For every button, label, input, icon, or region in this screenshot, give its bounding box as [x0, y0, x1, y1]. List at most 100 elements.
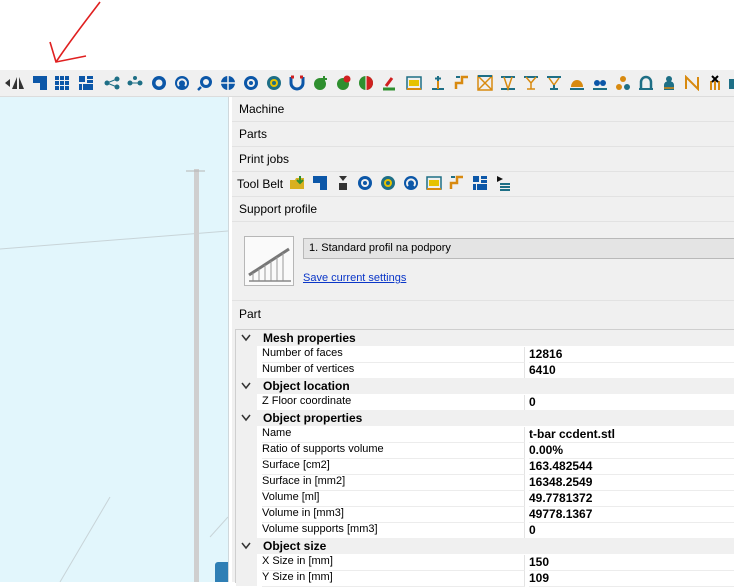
- property-key: Y Size in [mm]: [262, 571, 525, 587]
- property-row[interactable]: Volume [ml] 49.7781372: [236, 490, 734, 507]
- property-row[interactable]: Number of faces 12816: [236, 346, 734, 363]
- property-key: Number of vertices: [262, 363, 525, 379]
- property-row[interactable]: Number of vertices 6410: [236, 362, 734, 379]
- support-profile-box: [232, 222, 734, 301]
- property-row[interactable]: Y Size in [mm] 109: [236, 570, 734, 587]
- category-mesh-properties[interactable]: Mesh properties: [236, 330, 734, 346]
- rotate-left-icon[interactable]: [151, 75, 167, 91]
- support-profile-select[interactable]: 1. Standard profil na podpory: [303, 238, 734, 259]
- delete-supports-icon[interactable]: [707, 75, 723, 91]
- category-object-properties[interactable]: Object properties: [236, 410, 734, 426]
- viewport-collapse-tab[interactable]: [215, 562, 228, 582]
- pack-arrange-icon[interactable]: [78, 75, 94, 91]
- label-icon[interactable]: [426, 175, 442, 191]
- property-key: Z Floor coordinate: [262, 395, 525, 411]
- property-row[interactable]: Volume in [mm3] 49778.1367: [236, 506, 734, 523]
- dome-support-icon[interactable]: [569, 75, 585, 91]
- support-structure-icon: [248, 247, 291, 282]
- property-row[interactable]: Name t-bar ccdent.stl: [236, 426, 734, 443]
- property-row[interactable]: Volume supports [mm3] 0: [236, 522, 734, 539]
- pack-arrange-icon[interactable]: [472, 175, 488, 191]
- ring-icon[interactable]: [243, 75, 259, 91]
- main-toolbar: [0, 70, 734, 97]
- step-support-icon[interactable]: [449, 175, 465, 191]
- 3d-viewport[interactable]: [0, 97, 229, 582]
- support-profile-selected: 1. Standard profil na podpory: [309, 242, 451, 254]
- paint-icon[interactable]: [381, 75, 397, 91]
- property-value: 49.7781372: [529, 491, 734, 507]
- property-row[interactable]: X Size in [mm] 150: [236, 554, 734, 571]
- zigzag-icon[interactable]: [684, 75, 700, 91]
- section-print-jobs[interactable]: Print jobs: [232, 147, 734, 172]
- arch-icon[interactable]: [638, 75, 654, 91]
- molecule-icon[interactable]: [615, 75, 631, 91]
- import-icon[interactable]: [289, 175, 305, 191]
- crosshair-icon[interactable]: [220, 75, 236, 91]
- chevron-down-icon[interactable]: [240, 411, 252, 425]
- chevron-down-icon[interactable]: [240, 379, 252, 393]
- move-up-icon[interactable]: [335, 175, 351, 191]
- half-circle-icon[interactable]: [358, 75, 374, 91]
- property-row[interactable]: Surface in [mm2] 16348.2549: [236, 474, 734, 491]
- property-value: 0: [529, 395, 734, 411]
- person-icon[interactable]: [661, 75, 677, 91]
- remove-sphere-icon[interactable]: [335, 75, 351, 91]
- category-object-location[interactable]: Object location: [236, 378, 734, 394]
- property-value: 49778.1367: [529, 507, 734, 523]
- property-grid: Mesh properties Number of faces 12816 Num…: [235, 329, 734, 587]
- chevron-down-icon[interactable]: [240, 331, 252, 345]
- cross-support-icon[interactable]: [477, 75, 493, 91]
- zoom-icon[interactable]: [197, 75, 213, 91]
- section-machine-title: Machine: [239, 102, 285, 116]
- connect-nodes-icon[interactable]: [104, 75, 120, 91]
- section-parts[interactable]: Parts: [232, 122, 734, 147]
- category-title: Object location: [263, 379, 350, 393]
- target-icon[interactable]: [266, 75, 282, 91]
- section-parts-title: Parts: [239, 127, 268, 141]
- magnet-icon[interactable]: [289, 75, 305, 91]
- target-icon[interactable]: [380, 175, 396, 191]
- section-part[interactable]: Part: [232, 301, 734, 325]
- rotate-right-icon[interactable]: [174, 75, 190, 91]
- arrange-corner-icon[interactable]: [312, 175, 328, 191]
- property-value: 0: [529, 523, 734, 539]
- rotate-right-icon[interactable]: [403, 175, 419, 191]
- label-icon[interactable]: [406, 75, 422, 91]
- property-row[interactable]: Z Floor coordinate 0: [236, 394, 734, 411]
- ring-icon[interactable]: [357, 175, 373, 191]
- section-machine[interactable]: Machine: [232, 97, 734, 122]
- property-value: 16348.2549: [529, 475, 734, 491]
- property-key: Volume [ml]: [262, 491, 525, 507]
- save-current-settings-link[interactable]: Save current settings: [303, 272, 406, 284]
- dots-support-icon[interactable]: [592, 75, 608, 91]
- chevron-down-icon[interactable]: [240, 539, 252, 553]
- property-value: 6410: [529, 363, 734, 379]
- property-key: Ratio of supports volume: [262, 443, 525, 459]
- grid-arrange-icon[interactable]: [54, 75, 70, 91]
- section-print-jobs-title: Print jobs: [239, 152, 290, 166]
- property-value: t-bar ccdent.stl: [529, 427, 734, 443]
- side-panel: Machine Parts Print jobs Tool Belt Suppo…: [232, 97, 734, 587]
- tool-belt-label: Tool Belt: [237, 177, 284, 191]
- section-part-title: Part: [239, 307, 262, 321]
- add-sphere-icon[interactable]: [312, 75, 328, 91]
- property-value: 12816: [529, 347, 734, 363]
- toolbar-overflow-icon[interactable]: [728, 75, 734, 91]
- split-nodes-icon[interactable]: [127, 75, 143, 91]
- property-key: Surface in [mm2]: [262, 475, 525, 491]
- section-tool-belt: Tool Belt: [232, 172, 734, 197]
- category-object-size[interactable]: Object size: [236, 538, 734, 554]
- property-row[interactable]: Surface [cm2] 163.482544: [236, 458, 734, 475]
- slice-layers-icon[interactable]: [495, 175, 511, 191]
- cone-support-icon[interactable]: [546, 75, 562, 91]
- property-key: Surface [cm2]: [262, 459, 525, 475]
- column-support-icon[interactable]: [500, 75, 516, 91]
- category-title: Object properties: [263, 411, 363, 425]
- step-support-icon[interactable]: [454, 75, 470, 91]
- property-row[interactable]: Ratio of supports volume 0.00%: [236, 442, 734, 459]
- section-support-profile[interactable]: Support profile: [232, 197, 734, 222]
- add-support-icon[interactable]: [430, 75, 446, 91]
- tree-support-icon[interactable]: [523, 75, 539, 91]
- mirror-icon[interactable]: [10, 75, 26, 91]
- arrange-corner-icon[interactable]: [32, 75, 48, 91]
